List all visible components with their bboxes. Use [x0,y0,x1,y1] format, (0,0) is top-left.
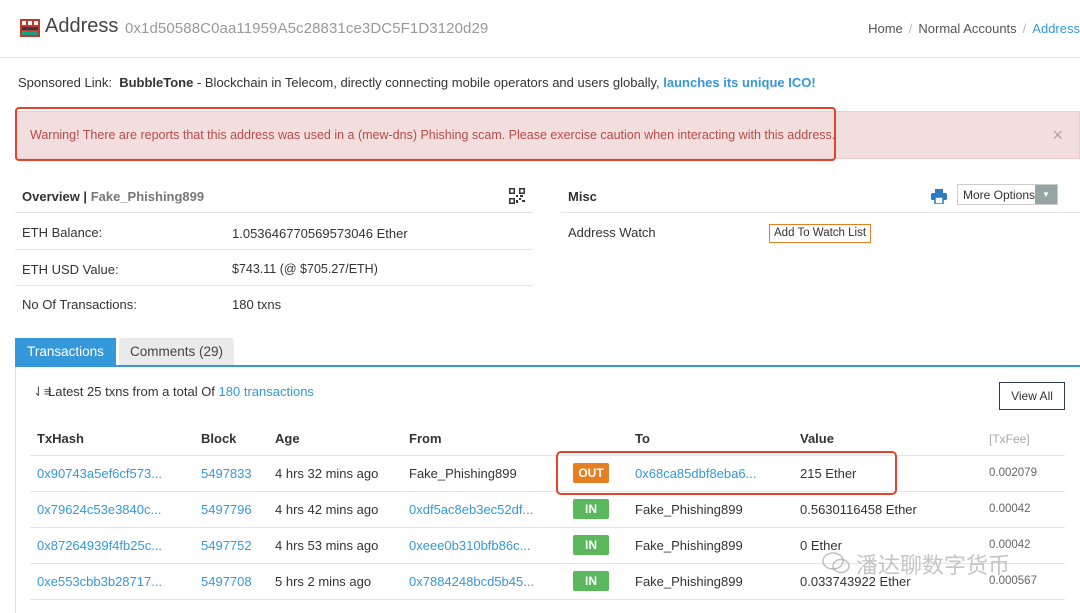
tx-hash-link[interactable]: 0x79624c53e3840c... [37,502,161,517]
divider [30,527,1065,528]
total-transactions-link[interactable]: 180 transactions [219,384,314,399]
tx-from-link[interactable]: 0x7884248bcd5b45... [409,574,534,589]
close-icon[interactable]: × [1052,125,1063,146]
breadcrumb: Home / Normal Accounts / Address [868,21,1080,36]
direction-in-badge: IN [573,535,609,555]
overview-title: Overview | Fake_Phishing899 [22,189,205,204]
tx-hash-link[interactable]: 0x90743a5ef6cf573... [37,466,162,481]
divider [15,212,533,213]
tab-transactions[interactable]: Transactions [15,338,116,366]
col-to: To [635,431,650,446]
misc-title: Misc [568,189,597,204]
direction-in-badge: IN [573,571,609,591]
view-all-button[interactable]: View All [999,382,1065,410]
block-link[interactable]: 5497752 [201,538,252,553]
tx-fee: 0.002079 [989,467,1037,479]
block-link[interactable]: 5497708 [201,574,252,589]
block-link[interactable]: 5497796 [201,502,252,517]
tx-to: Fake_Phishing899 [635,502,743,517]
tx-age: 4 hrs 53 mins ago [275,538,379,553]
chevron-down-icon: ▼ [1035,185,1057,204]
eth-usd-label: ETH USD Value: [22,262,119,277]
print-icon[interactable] [931,189,947,204]
address-hash: 0x1d50588C0aa11959A5c28831ce3DC5F1D3120d… [125,20,489,37]
tx-to: Fake_Phishing899 [635,538,743,553]
highlight-box [556,451,897,495]
page-title: Address [45,15,119,37]
divider [15,249,533,250]
more-options-button[interactable]: More Options ▼ [957,184,1058,205]
tx-count-label: No Of Transactions: [22,297,137,312]
eth-balance-value: 1.053646770569573046 Ether [232,226,408,241]
tx-age: 4 hrs 42 mins ago [275,502,379,517]
col-txfee: [TxFee] [989,432,1030,446]
watermark-text: 潘达聊数字货币 [856,554,1011,579]
overview-tag: Fake_Phishing899 [90,189,205,204]
col-from: From [409,431,442,446]
tx-age: 4 hrs 32 mins ago [275,466,379,481]
breadcrumb-address: Address [1032,21,1080,36]
eth-balance-label: ETH Balance: [22,225,103,240]
divider [30,599,1065,600]
tx-count-value: 180 txns [232,297,282,312]
col-txhash: TxHash [37,431,84,446]
etherscan-logo-icon [20,19,40,37]
tx-value: 0 Ether [800,538,842,553]
divider [30,491,1065,492]
col-block: Block [201,431,237,446]
tx-from-link[interactable]: 0xeee0b310bfb86c... [409,538,530,553]
breadcrumb-normal-accounts[interactable]: Normal Accounts [918,21,1016,36]
divider [15,285,533,286]
add-to-watch-list-button[interactable]: Add To Watch List [769,224,872,243]
divider [561,212,1080,213]
col-value: Value [800,431,834,446]
wechat-icon [822,552,850,574]
sponsor-brand: BubbleTone [119,75,194,90]
highlight-box [15,107,836,161]
tx-fee: 0.00042 [989,503,1031,515]
col-age: Age [275,431,300,446]
sponsor-text: - Blockchain in Telecom, directly connec… [193,75,664,90]
tx-from: Fake_Phishing899 [409,466,517,481]
sponsored-link: Sponsored Link: BubbleTone - Blockchain … [18,75,816,90]
tx-hash-link[interactable]: 0x87264939f4fb25c... [37,538,162,553]
eth-usd-value: $743.11 (@ $705.27/ETH) [232,262,378,276]
tx-to: Fake_Phishing899 [635,574,743,589]
direction-in-badge: IN [573,499,609,519]
page-header: Address 0x1d50588C0aa11959A5c28831ce3DC5… [0,0,1080,58]
sponsor-link[interactable]: launches its unique ICO! [663,75,815,90]
block-link[interactable]: 5497833 [201,466,252,481]
tx-from-link[interactable]: 0xdf5ac8eb3ec52df... [409,502,533,517]
tx-hash-link[interactable]: 0xe553cbb3b28717... [37,574,162,589]
sponsor-prefix: Sponsored Link: [18,75,112,90]
qr-code-icon[interactable] [509,188,525,204]
tab-comments[interactable]: Comments (29) [119,338,234,366]
txn-summary: Latest 25 txns from a total Of 180 trans… [48,384,314,399]
address-watch-label: Address Watch [568,225,656,240]
tx-age: 5 hrs 2 mins ago [275,574,372,589]
tx-value: 0.5630116458 Ether [800,502,917,517]
breadcrumb-home[interactable]: Home [868,21,903,36]
divider [30,455,1065,456]
